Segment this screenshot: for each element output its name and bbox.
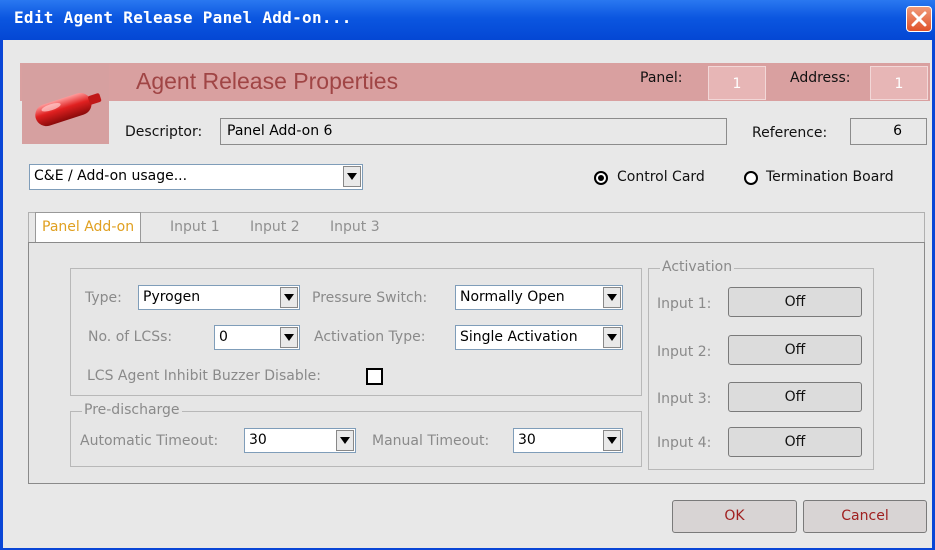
activation-input-1-button[interactable]: Off: [728, 287, 862, 317]
gas-canister-icon: [35, 93, 102, 127]
inhibit-buzzer-label: LCS Agent Inhibit Buzzer Disable:: [87, 368, 321, 384]
manual-timeout-dropdown-arrow[interactable]: [603, 430, 621, 451]
automatic-timeout-combo[interactable]: 30: [244, 428, 356, 453]
chevron-down-icon: [284, 334, 294, 341]
tab-strip: [28, 212, 925, 243]
automatic-timeout-label: Automatic Timeout:: [80, 433, 219, 449]
activation-type-label: Activation Type:: [314, 329, 426, 345]
type-combo[interactable]: Pyrogen: [138, 285, 300, 310]
tab-input-3[interactable]: Input 3: [330, 214, 380, 242]
usage-combo[interactable]: C&E / Add-on usage...: [29, 164, 363, 190]
lcs-count-dropdown-arrow[interactable]: [280, 327, 298, 348]
tab-input-2[interactable]: Input 2: [250, 214, 300, 242]
logo: [22, 64, 109, 144]
descriptor-input[interactable]: Panel Add-on 6: [220, 118, 727, 145]
lcs-count-value: 0: [219, 329, 228, 345]
activation-input-3-label: Input 3:: [657, 391, 712, 407]
chevron-down-icon: [284, 294, 294, 301]
lcs-count-combo[interactable]: 0: [214, 325, 300, 350]
predischarge-group-title: Pre-discharge: [82, 402, 182, 418]
radio-control-card-label: Control Card: [617, 169, 705, 185]
activation-input-4-label: Input 4:: [657, 435, 712, 451]
lcs-count-label: No. of LCSs:: [88, 329, 173, 345]
chevron-down-icon: [347, 173, 357, 180]
type-label: Type:: [85, 290, 122, 306]
reference-field: 6: [850, 118, 927, 145]
usage-combo-value: C&E / Add-on usage...: [34, 168, 188, 184]
manual-timeout-value: 30: [518, 432, 536, 448]
activation-input-3-button[interactable]: Off: [728, 382, 862, 412]
chevron-down-icon: [340, 437, 350, 444]
pressure-switch-combo[interactable]: Normally Open: [455, 285, 623, 310]
radio-control-card[interactable]: [594, 171, 608, 185]
activation-input-4-button[interactable]: Off: [728, 427, 862, 457]
usage-dropdown-arrow[interactable]: [343, 166, 361, 187]
panel-label: Panel:: [640, 70, 683, 86]
manual-timeout-combo[interactable]: 30: [513, 428, 623, 453]
type-combo-value: Pyrogen: [143, 289, 201, 305]
pressure-switch-value: Normally Open: [460, 289, 565, 305]
tab-input-1[interactable]: Input 1: [170, 214, 220, 242]
activation-type-combo[interactable]: Single Activation: [455, 325, 623, 350]
activation-input-2-label: Input 2:: [657, 344, 712, 360]
automatic-timeout-value: 30: [249, 432, 267, 448]
automatic-timeout-dropdown-arrow[interactable]: [336, 430, 354, 451]
chevron-down-icon: [607, 294, 617, 301]
manual-timeout-label: Manual Timeout:: [372, 433, 490, 449]
window-title: Edit Agent Release Panel Add-on...: [14, 8, 352, 27]
pressure-switch-dropdown-arrow[interactable]: [603, 287, 621, 308]
close-button[interactable]: [906, 6, 932, 32]
activation-group-title: Activation: [660, 259, 735, 275]
tab-panel-add-on[interactable]: Panel Add-on: [35, 212, 142, 242]
activation-input-1-label: Input 1:: [657, 296, 712, 312]
ok-button[interactable]: OK: [672, 500, 797, 533]
descriptor-label: Descriptor:: [125, 124, 203, 140]
close-icon: [911, 11, 927, 27]
radio-termination-board[interactable]: [744, 171, 758, 185]
chevron-down-icon: [607, 334, 617, 341]
type-dropdown-arrow[interactable]: [280, 287, 298, 308]
panel-field[interactable]: 1: [708, 66, 766, 100]
radio-termination-board-label: Termination Board: [766, 169, 894, 185]
address-field[interactable]: 1: [870, 66, 928, 100]
address-label: Address:: [790, 70, 851, 86]
chevron-down-icon: [607, 437, 617, 444]
reference-label: Reference:: [752, 125, 828, 141]
activation-type-dropdown-arrow[interactable]: [603, 327, 621, 348]
title-bar[interactable]: Edit Agent Release Panel Add-on...: [0, 0, 935, 40]
pressure-switch-label: Pressure Switch:: [312, 290, 428, 306]
inhibit-buzzer-checkbox[interactable]: [366, 368, 383, 385]
cancel-button[interactable]: Cancel: [803, 500, 927, 533]
activation-type-value: Single Activation: [460, 329, 578, 345]
activation-input-2-button[interactable]: Off: [728, 335, 862, 365]
header-title: Agent Release Properties: [136, 68, 399, 94]
